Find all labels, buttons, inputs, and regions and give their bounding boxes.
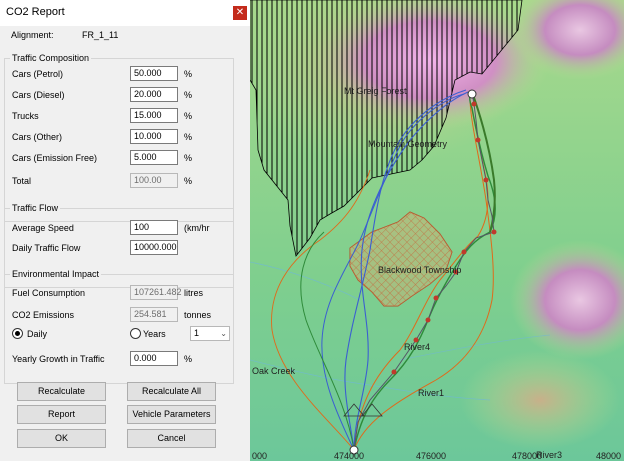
route-node[interactable]: [391, 369, 397, 375]
yearly-growth-label: Yearly Growth in Traffic: [12, 354, 105, 364]
trucks-unit: %: [184, 111, 193, 121]
recalculate-button[interactable]: Recalculate: [17, 382, 106, 401]
yearly-growth-input[interactable]: 0.000: [130, 351, 178, 366]
chevron-down-icon: ⌄: [220, 329, 227, 338]
map-label-river1: River1: [418, 388, 445, 398]
route-node[interactable]: [425, 317, 431, 323]
axis-tick: 000: [252, 451, 268, 461]
years-radio-label: Years: [143, 329, 166, 339]
axis-tick: 48000: [596, 451, 622, 461]
cars-emission-free-unit: %: [184, 153, 193, 163]
fuel-consumption-label: Fuel Consumption: [12, 288, 86, 298]
dialog-titlebar: CO2 Report ✕: [0, 0, 250, 26]
cars-other-input[interactable]: 10.000: [130, 129, 178, 144]
axis-tick: 474000: [334, 451, 365, 461]
daily-traffic-flow-label: Daily Traffic Flow: [12, 243, 81, 253]
close-icon[interactable]: ✕: [233, 6, 247, 20]
average-speed-unit: (km/hr: [184, 223, 210, 233]
co2-emissions-field: 254.581: [130, 307, 178, 322]
map-label-river4: River4: [404, 342, 431, 352]
fuel-consumption-unit: litres: [184, 288, 204, 298]
total-unit: %: [184, 176, 193, 186]
end-marker-icon[interactable]: [467, 89, 477, 99]
cars-emission-free-input[interactable]: 5.000: [130, 150, 178, 165]
ok-button[interactable]: OK: [17, 429, 106, 448]
cars-diesel-input[interactable]: 20.000: [130, 87, 178, 102]
axis-tick: 476000: [416, 451, 447, 461]
cars-other-label: Cars (Other): [12, 132, 63, 142]
report-button[interactable]: Report: [17, 405, 106, 424]
cars-other-unit: %: [184, 132, 193, 142]
map-label-oak-creek: Oak Creek: [252, 366, 296, 376]
trucks-label: Trucks: [12, 111, 39, 121]
traffic-flow-title: Traffic Flow: [10, 203, 61, 213]
co2-emissions-unit: tonnes: [184, 310, 212, 320]
cars-diesel-unit: %: [184, 90, 193, 100]
daily-radio[interactable]: [12, 328, 23, 339]
co2-emissions-label: CO2 Emissions: [12, 310, 75, 320]
cars-petrol-input[interactable]: 50.000: [130, 66, 178, 81]
vehicle-parameters-button[interactable]: Vehicle Parameters: [127, 405, 216, 424]
cars-diesel-label: Cars (Diesel): [12, 90, 65, 100]
years-radio[interactable]: [130, 328, 141, 339]
cars-emission-free-label: Cars (Emission Free): [12, 153, 98, 163]
map-label-mt-greig: Mt Greig Forest: [344, 86, 407, 96]
route-node[interactable]: [483, 177, 489, 183]
axis-tick: 478000: [512, 451, 543, 461]
traffic-composition-title: Traffic Composition: [10, 53, 92, 63]
co2-report-dialog: CO2 Report ✕ Alignment: FR_1_11 Traffic …: [0, 0, 250, 461]
years-combo-value: 1: [194, 328, 200, 338]
trucks-input[interactable]: 15.000: [130, 108, 178, 123]
alignment-value: FR_1_11: [82, 30, 119, 40]
cars-petrol-label: Cars (Petrol): [12, 69, 64, 79]
dialog-client: Alignment: FR_1_11 Traffic Composition C…: [0, 26, 250, 461]
route-node[interactable]: [491, 229, 497, 235]
environmental-impact-title: Environmental Impact: [10, 269, 102, 279]
dialog-title: CO2 Report: [6, 6, 65, 18]
average-speed-input[interactable]: 100: [130, 220, 178, 235]
daily-traffic-flow-input[interactable]: 10000.000: [130, 240, 178, 255]
total-field: 100.00: [130, 173, 178, 188]
fuel-consumption-field: 107261.482: [130, 285, 182, 300]
years-combo[interactable]: 1 ⌄: [190, 326, 230, 341]
recalculate-all-button[interactable]: Recalculate All: [127, 382, 216, 401]
route-node[interactable]: [471, 101, 477, 107]
daily-radio-label: Daily: [27, 329, 48, 339]
route-node[interactable]: [461, 249, 467, 255]
yearly-growth-unit: %: [184, 354, 193, 364]
route-node[interactable]: [475, 137, 481, 143]
map-label-mountain-geometry: Mountain Geometry: [368, 139, 448, 149]
route-node[interactable]: [433, 295, 439, 301]
cancel-button[interactable]: Cancel: [127, 429, 216, 448]
map-label-blackwood: Blackwood Township: [378, 265, 462, 275]
total-label: Total: [12, 176, 32, 186]
alignment-label: Alignment:: [11, 30, 54, 40]
average-speed-label: Average Speed: [12, 223, 74, 233]
terrain-map-view[interactable]: Mt Greig Forest Mountain Geometry Blackw…: [250, 0, 624, 461]
cars-petrol-unit: %: [184, 69, 193, 79]
